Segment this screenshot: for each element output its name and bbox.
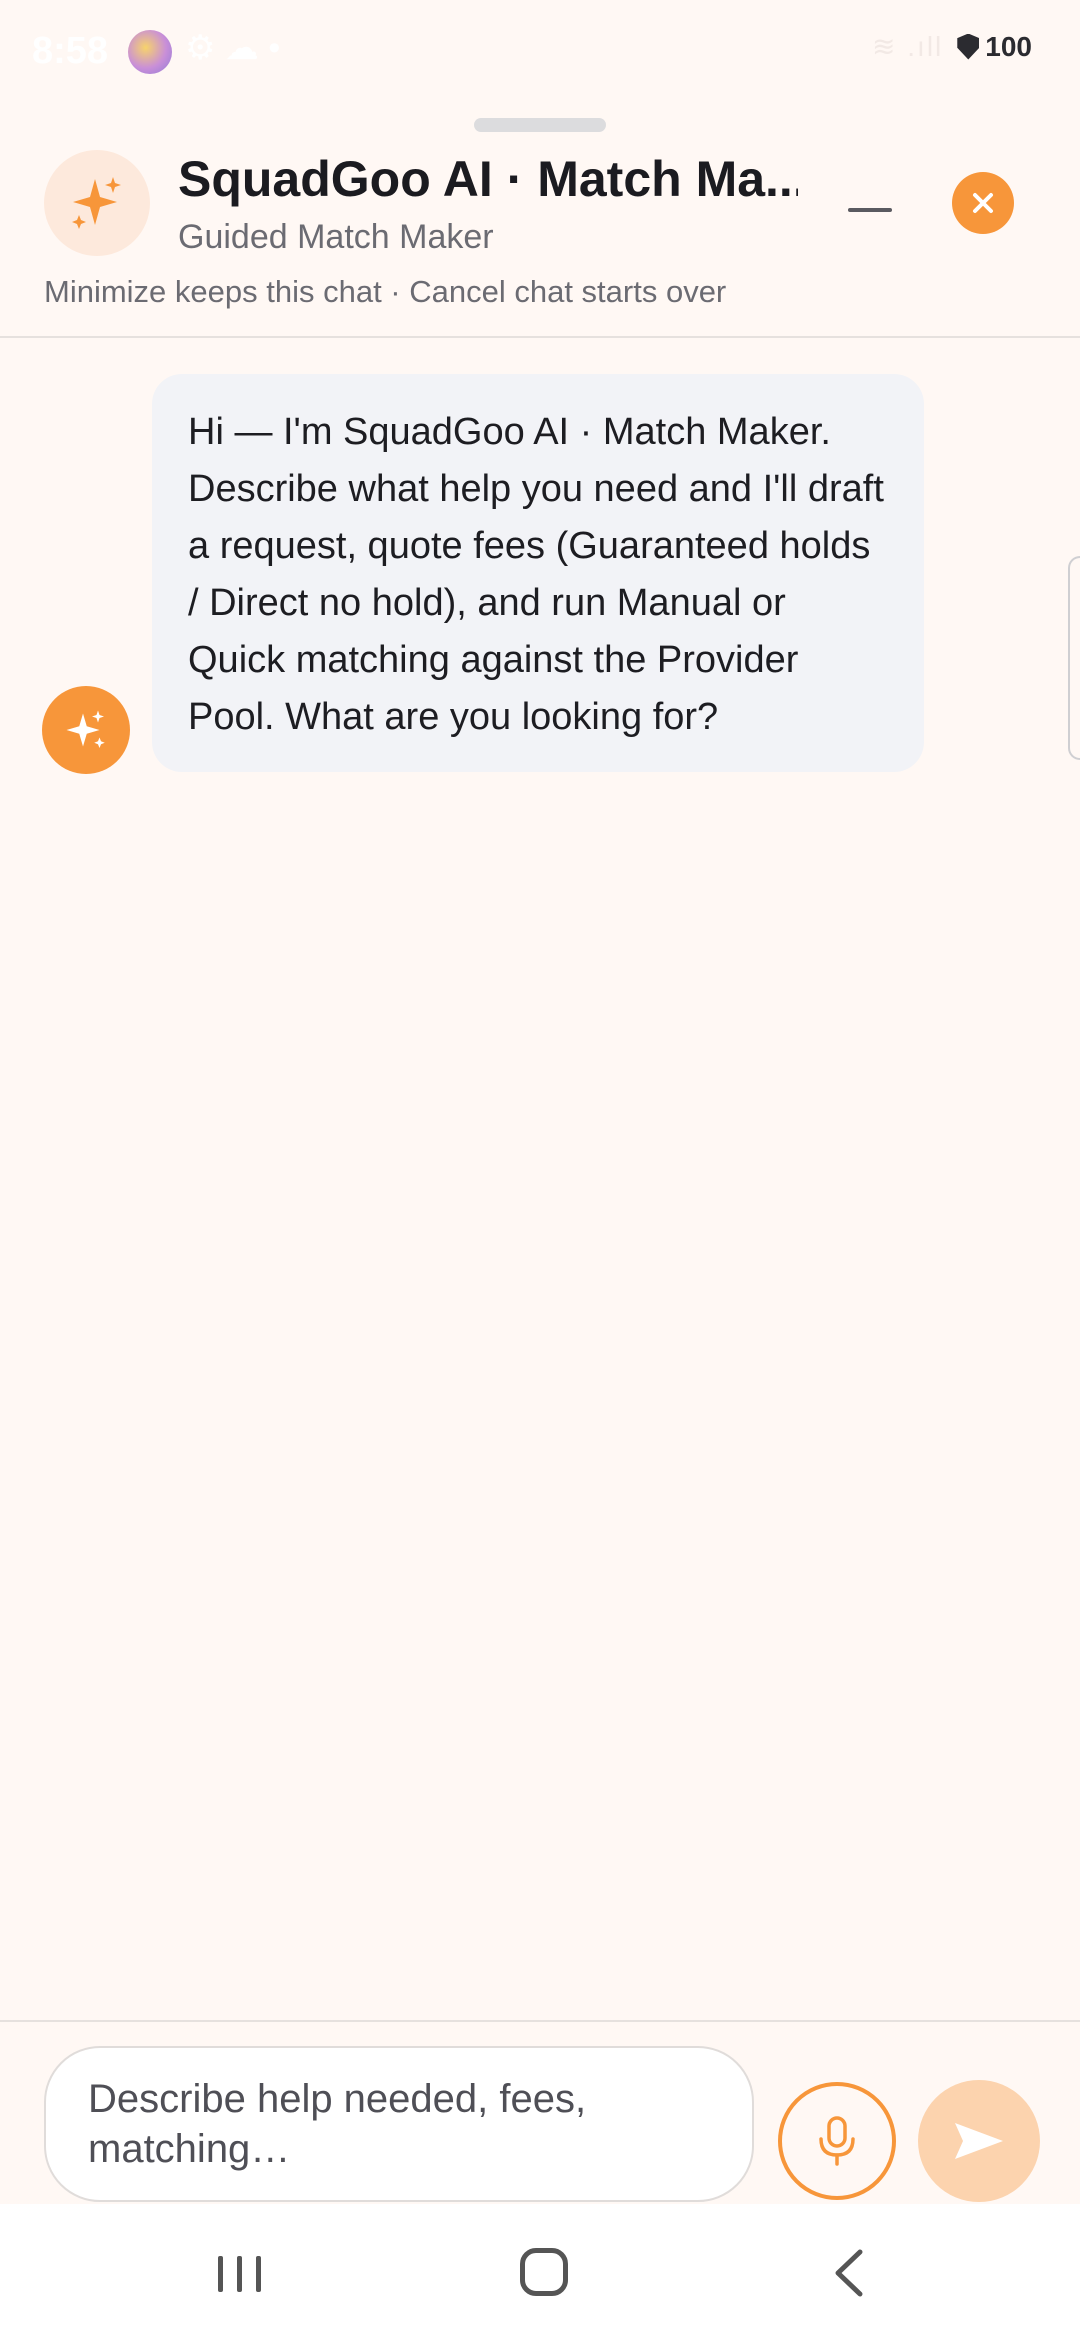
message-input[interactable] — [44, 2046, 754, 2202]
chat-title: SquadGoo AI · Match Ma... — [178, 151, 798, 207]
assistant-avatar — [44, 150, 150, 256]
chat-header: SquadGoo AI · Match Ma... Guided Match M… — [0, 140, 1080, 338]
minimize-button[interactable] — [840, 190, 900, 230]
close-icon — [973, 193, 993, 213]
message-text: Hi — I'm SquadGoo AI · Match Maker. Desc… — [188, 411, 884, 738]
back-button[interactable] — [826, 2248, 876, 2298]
cancel-chat-button[interactable] — [952, 172, 1014, 234]
battery-shield-icon — [957, 33, 980, 60]
minimize-icon — [848, 208, 892, 212]
recents-icon — [218, 2256, 223, 2292]
microphone-icon — [819, 2116, 855, 2166]
status-bar: 8:58 ⚙ ☁ • ≋ .ıll 100 — [0, 0, 1080, 100]
system-nav-bar — [0, 2204, 1080, 2340]
sparkles-icon — [72, 177, 121, 229]
back-icon — [835, 2249, 863, 2297]
send-icon — [955, 2123, 1003, 2159]
sparkles-icon — [66, 710, 105, 748]
app-notification-icon — [128, 30, 172, 74]
voice-input-button[interactable] — [778, 2082, 896, 2200]
recents-icon-bar — [256, 2256, 261, 2292]
bot-avatar — [42, 686, 130, 774]
send-button[interactable] — [918, 2080, 1040, 2202]
status-time: 8:58 — [32, 30, 109, 72]
battery-level: 100 — [985, 30, 1032, 62]
recents-button[interactable] — [210, 2252, 270, 2296]
battery-indicator: 100 — [957, 31, 1032, 63]
home-button[interactable] — [520, 2248, 568, 2296]
edge-panel-handle[interactable] — [1068, 556, 1080, 760]
status-right: ≋ .ıll 100 — [872, 30, 1032, 63]
chat-hint: Minimize keeps this chat · Cancel chat s… — [44, 274, 727, 309]
bot-message-bubble: Hi — I'm SquadGoo AI · Match Maker. Desc… — [152, 374, 924, 772]
recents-icon-bar — [237, 2256, 242, 2292]
chat-subtitle: Guided Match Maker — [178, 218, 494, 256]
sheet-drag-handle[interactable] — [474, 118, 606, 132]
composer — [0, 2020, 1080, 2204]
status-misc-icons: ⚙ ☁ • — [185, 29, 281, 67]
signal-icon: ≋ .ıll — [872, 31, 944, 62]
